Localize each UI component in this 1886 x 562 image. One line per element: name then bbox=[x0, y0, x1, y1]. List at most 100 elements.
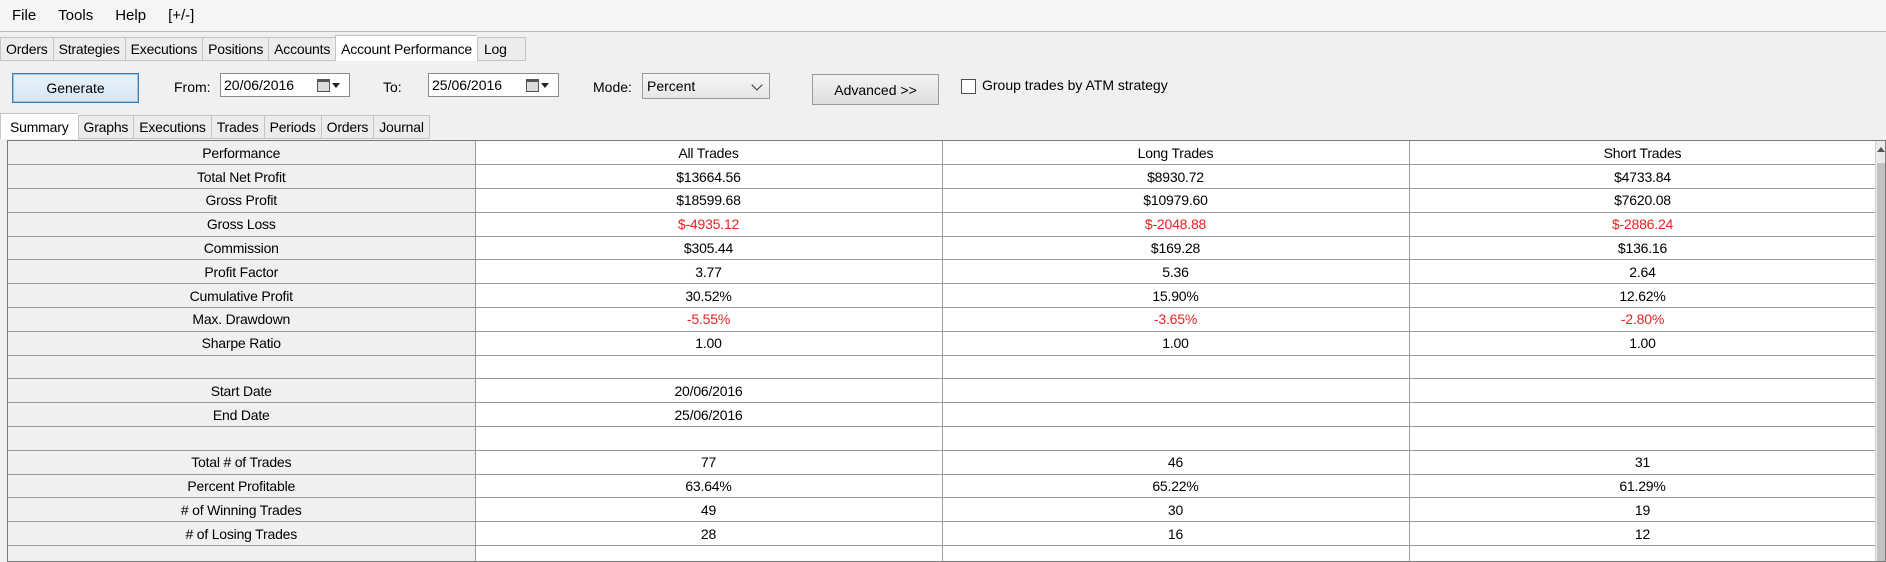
table-row: Percent Profitable 63.64% 65.22% 61.29% bbox=[8, 474, 1877, 499]
tab-periods[interactable]: Periods bbox=[263, 115, 321, 139]
row-value bbox=[942, 426, 1410, 451]
mode-value: Percent bbox=[647, 78, 696, 94]
menu-file[interactable]: File bbox=[4, 7, 50, 24]
row-label: Sharpe Ratio bbox=[8, 331, 476, 356]
row-value: 1.00 bbox=[1409, 331, 1877, 356]
row-value: 65.22% bbox=[942, 474, 1410, 499]
tab-account-performance[interactable]: Account Performance bbox=[335, 35, 477, 61]
tab-trades[interactable]: Trades bbox=[210, 115, 264, 139]
row-value bbox=[475, 545, 943, 561]
row-value bbox=[1409, 545, 1877, 561]
table-row: # of Winning Trades 49 30 19 bbox=[8, 497, 1877, 523]
to-date-picker[interactable]: 25/06/2016 bbox=[428, 73, 559, 97]
row-value bbox=[475, 426, 943, 451]
performance-table: Performance All Trades Long Trades Short… bbox=[8, 141, 1877, 561]
table-row: Profit Factor 3.77 5.36 2.64 bbox=[8, 259, 1877, 285]
scroll-up-arrow-icon[interactable] bbox=[1877, 147, 1885, 152]
from-date-picker[interactable]: 20/06/2016 bbox=[220, 73, 350, 97]
tab-orders-report[interactable]: Orders bbox=[320, 115, 374, 139]
row-label: # of Winning Trades bbox=[8, 497, 476, 523]
tab-positions[interactable]: Positions bbox=[202, 37, 269, 61]
row-value bbox=[942, 355, 1410, 380]
menu-bar: File Tools Help [+/-] bbox=[0, 0, 1886, 32]
table-row: Max. Drawdown -5.55% -3.65% -2.80% bbox=[8, 307, 1877, 332]
row-value bbox=[1409, 402, 1877, 428]
tab-orders[interactable]: Orders bbox=[0, 37, 53, 61]
report-tab-strip: Summary Graphs Executions Trades Periods… bbox=[0, 113, 430, 139]
table-row: Commission $305.44 $169.28 $136.16 bbox=[8, 236, 1877, 261]
table-header-row: Performance All Trades Long Trades Short… bbox=[8, 141, 1877, 166]
row-label: Max. Drawdown bbox=[8, 307, 476, 332]
row-value: 3.77 bbox=[475, 259, 943, 285]
calendar-icon[interactable] bbox=[317, 77, 345, 93]
row-label bbox=[8, 426, 476, 451]
to-label: To: bbox=[383, 79, 402, 95]
generate-button[interactable]: Generate bbox=[12, 73, 139, 103]
row-value: $7620.08 bbox=[1409, 188, 1877, 213]
row-value: $169.28 bbox=[942, 236, 1410, 261]
calendar-icon[interactable] bbox=[526, 77, 554, 93]
row-value: $136.16 bbox=[1409, 236, 1877, 261]
tab-executions-report[interactable]: Executions bbox=[133, 115, 211, 139]
row-value: $-4935.12 bbox=[475, 212, 943, 237]
main-tab-strip: Orders Strategies Executions Positions A… bbox=[0, 35, 526, 61]
row-value: -2.80% bbox=[1409, 307, 1877, 332]
row-value: 25/06/2016 bbox=[475, 402, 943, 428]
menu-help[interactable]: Help bbox=[107, 7, 160, 24]
row-value: 31 bbox=[1409, 450, 1877, 475]
row-value: 30.52% bbox=[475, 283, 943, 309]
row-label: Profit Factor bbox=[8, 259, 476, 285]
tab-strategies[interactable]: Strategies bbox=[52, 37, 125, 61]
tab-graphs[interactable]: Graphs bbox=[77, 115, 134, 139]
row-label: Commission bbox=[8, 236, 476, 261]
advanced-button[interactable]: Advanced >> bbox=[812, 74, 939, 105]
row-label: Percent Profitable bbox=[8, 474, 476, 499]
performance-panel: Performance All Trades Long Trades Short… bbox=[7, 140, 1886, 562]
tab-summary[interactable]: Summary bbox=[0, 113, 78, 139]
menu-toggle[interactable]: [+/-] bbox=[160, 7, 208, 24]
table-row: Gross Profit $18599.68 $10979.60 $7620.08 bbox=[8, 188, 1877, 213]
row-value: 1.00 bbox=[942, 331, 1410, 356]
from-label: From: bbox=[174, 79, 211, 95]
header-all-trades: All Trades bbox=[475, 141, 943, 166]
row-value: 12 bbox=[1409, 521, 1877, 547]
row-value: 16 bbox=[942, 521, 1410, 547]
dropdown-caret-icon bbox=[541, 82, 549, 88]
row-value: 49 bbox=[475, 497, 943, 523]
row-label: Start Date bbox=[8, 378, 476, 404]
row-value: $-2048.88 bbox=[942, 212, 1410, 237]
row-value: 63.64% bbox=[475, 474, 943, 499]
group-trades-checkbox[interactable] bbox=[961, 79, 976, 94]
vertical-scrollbar[interactable] bbox=[1875, 141, 1885, 561]
tab-executions[interactable]: Executions bbox=[124, 37, 203, 61]
row-value: 12.62% bbox=[1409, 283, 1877, 309]
row-value: 30 bbox=[942, 497, 1410, 523]
to-date-value: 25/06/2016 bbox=[432, 77, 503, 93]
row-value: 19 bbox=[1409, 497, 1877, 523]
table-row: # of Losing Trades 28 16 12 bbox=[8, 521, 1877, 547]
row-value: 5.36 bbox=[942, 259, 1410, 285]
row-value: 2.64 bbox=[1409, 259, 1877, 285]
row-value bbox=[1409, 426, 1877, 451]
table-row: Total # of Trades 77 46 31 bbox=[8, 450, 1877, 475]
mode-select[interactable]: Percent bbox=[642, 73, 770, 99]
dropdown-caret-icon bbox=[332, 82, 340, 88]
table-row bbox=[8, 426, 1877, 451]
scrollbar-thumb[interactable] bbox=[1877, 163, 1885, 561]
row-label: Cumulative Profit bbox=[8, 283, 476, 309]
row-label bbox=[8, 355, 476, 380]
tab-accounts[interactable]: Accounts bbox=[268, 37, 336, 61]
row-label: Gross Profit bbox=[8, 188, 476, 213]
menu-tools[interactable]: Tools bbox=[50, 7, 107, 24]
row-value: $4733.84 bbox=[1409, 164, 1877, 190]
from-date-value: 20/06/2016 bbox=[224, 77, 295, 93]
tab-log[interactable]: Log bbox=[476, 37, 526, 61]
row-value: 1.00 bbox=[475, 331, 943, 356]
table-row: Gross Loss $-4935.12 $-2048.88 $-2886.24 bbox=[8, 212, 1877, 237]
row-value: $305.44 bbox=[475, 236, 943, 261]
tab-journal[interactable]: Journal bbox=[373, 115, 430, 139]
row-value bbox=[942, 545, 1410, 561]
row-value: 28 bbox=[475, 521, 943, 547]
row-value: $13664.56 bbox=[475, 164, 943, 190]
row-value: 15.90% bbox=[942, 283, 1410, 309]
